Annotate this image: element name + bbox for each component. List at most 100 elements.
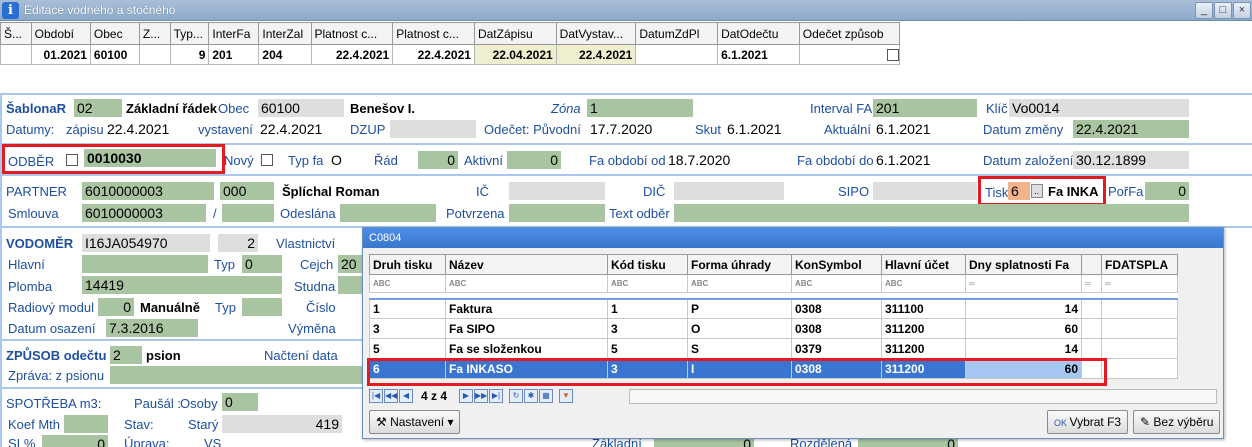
odecet-puvodni-field[interactable]: 17.7.2020 <box>587 120 683 138</box>
zona-field[interactable]: 1 <box>587 99 693 117</box>
smlouva-field[interactable]: 6010000003 <box>82 204 206 222</box>
table-row[interactable]: 3 Fa SIPO 3 O 0308 311200 60 <box>369 318 1178 339</box>
col-header[interactable]: Druh tisku <box>369 254 446 275</box>
smlouva-sub-field[interactable] <box>222 204 274 222</box>
sipo-field[interactable] <box>873 182 977 200</box>
no-selection-button[interactable]: ✎ Bez výběru <box>1133 410 1221 434</box>
fa-do-field[interactable]: 6.1.2021 <box>873 151 977 169</box>
table-row[interactable]: 1 Faktura 1 P 0308 311100 14 <box>369 298 1178 319</box>
col-header[interactable]: Hlavní účet <box>881 254 966 275</box>
col-header[interactable]: DatZápisu <box>473 22 557 45</box>
fa-od-field[interactable]: 18.7.2020 <box>665 151 765 169</box>
skut-field[interactable]: 6.1.2021 <box>724 120 812 138</box>
studna-field[interactable] <box>338 276 364 294</box>
col-header[interactable]: Forma úhrady <box>687 254 792 275</box>
vystaveni-field[interactable]: 22.4.2021 <box>257 120 343 138</box>
col-header[interactable]: DatumZdPl <box>635 22 719 45</box>
prev-record-icon[interactable]: ◀ <box>399 389 413 403</box>
col-header[interactable]: Kód tisku <box>607 254 688 275</box>
col-header[interactable]: Dny splatnosti Fa <box>965 254 1082 275</box>
aktualni-field[interactable]: 6.1.2021 <box>873 120 977 138</box>
next-page-icon[interactable]: ▶▶ <box>474 389 488 403</box>
horizontal-scrollbar[interactable] <box>629 389 1217 404</box>
filter-icon[interactable]: ABC <box>369 274 446 293</box>
col-header[interactable]: Odečet způsob <box>798 22 901 45</box>
filter-icon[interactable]: ABC <box>607 274 688 293</box>
col-header[interactable]: Platnost c... <box>392 22 475 45</box>
partner-sub-field[interactable]: 000 <box>220 182 274 200</box>
osoby-field[interactable]: 0 <box>222 393 258 411</box>
col-header[interactable]: Období <box>30 22 91 45</box>
pofa-field[interactable]: 0 <box>1145 182 1189 200</box>
novy-checkbox[interactable] <box>261 154 273 166</box>
col-header[interactable] <box>1081 254 1102 275</box>
ic-field[interactable] <box>509 182 605 200</box>
zprava-field[interactable] <box>110 366 364 384</box>
typfa-field[interactable]: O <box>328 151 364 169</box>
datum-zalozeni-field[interactable]: 30.12.1899 <box>1073 151 1189 169</box>
col-header[interactable]: Obec <box>89 22 140 45</box>
col-header[interactable]: Z... <box>138 22 171 45</box>
col-header[interactable]: DatVystav... <box>555 22 637 45</box>
col-header[interactable]: Typ... <box>169 22 210 45</box>
vodomer-field[interactable]: I16JA054970 <box>82 234 210 252</box>
grid-icon[interactable]: ▦ <box>539 389 553 403</box>
odeslana-field[interactable] <box>340 204 436 222</box>
text-odber-field[interactable] <box>674 204 1189 222</box>
partner-field[interactable]: 6010000003 <box>82 182 214 200</box>
col-header[interactable]: Š... <box>0 22 32 45</box>
prev-page-icon[interactable]: ◀◀ <box>384 389 398 403</box>
maximize-icon[interactable]: □ <box>1214 2 1232 19</box>
plomba-field[interactable]: 14419 <box>82 276 282 294</box>
zapisu-field[interactable]: 22.4.2021 <box>104 120 194 138</box>
datum-osazeni-field[interactable]: 7.3.2016 <box>106 319 198 337</box>
col-header[interactable]: FDATSPLA <box>1101 254 1178 275</box>
table-row[interactable]: 5 Fa se složenkou 5 S 0379 311200 14 <box>369 338 1178 359</box>
filter-icon[interactable]: ═ <box>1081 274 1102 293</box>
filter-icon[interactable]: ═ <box>1101 274 1178 293</box>
filter-icon[interactable]: ABC <box>687 274 792 293</box>
typ2-field[interactable] <box>242 298 282 316</box>
filter-icon[interactable]: ABC <box>445 274 608 293</box>
vodomer-num-field[interactable]: 2 <box>218 234 258 252</box>
zpusob-field[interactable]: 2 <box>110 346 142 364</box>
filter-funnel-icon[interactable]: ▼ <box>559 389 573 403</box>
datum-zmeny-field[interactable]: 22.4.2021 <box>1073 120 1189 138</box>
radiovy-field[interactable]: 0 <box>98 298 134 316</box>
dic-field[interactable] <box>674 182 784 200</box>
close-icon[interactable]: × <box>1233 2 1251 19</box>
col-header[interactable]: InterZal <box>258 22 312 45</box>
stary-field[interactable]: 419 <box>222 415 342 433</box>
refresh-icon[interactable]: ↻ <box>509 389 523 403</box>
last-record-icon[interactable]: ▶| <box>489 389 503 403</box>
col-header[interactable]: DatOdečtu <box>717 22 800 45</box>
dzup-field[interactable] <box>390 120 476 138</box>
settings-button[interactable]: ⚒ Nastavení ▾ <box>369 410 461 434</box>
sl-field[interactable]: 0 <box>42 435 108 447</box>
typ-field[interactable]: 0 <box>242 255 282 273</box>
next-record-icon[interactable]: ▶ <box>459 389 473 403</box>
first-record-icon[interactable]: |◀ <box>369 389 383 403</box>
col-header[interactable]: KonSymbol <box>791 254 882 275</box>
table-row[interactable]: 01.2021 60100 9 201 204 22.4.2021 22.4.2… <box>0 44 901 65</box>
klic-field[interactable]: Vo0014 <box>1009 99 1189 117</box>
minimize-icon[interactable]: _ <box>1195 2 1213 19</box>
interval-field[interactable]: 201 <box>873 99 977 117</box>
sablona-field[interactable]: 02 <box>74 99 122 117</box>
col-header[interactable]: Název <box>445 254 608 275</box>
koef-field[interactable] <box>64 415 108 433</box>
col-header[interactable]: InterFa <box>208 22 260 45</box>
obec-field[interactable]: 60100 <box>258 99 344 117</box>
filter-icon[interactable]: ABC <box>791 274 882 293</box>
hlavni-field[interactable] <box>82 255 208 273</box>
cejch-field[interactable]: 20 <box>338 255 364 273</box>
potvrzena-field[interactable] <box>509 204 605 222</box>
col-header[interactable]: Platnost c... <box>310 22 394 45</box>
aktivni-field[interactable]: 0 <box>507 151 561 169</box>
asterisk-icon[interactable]: ✱ <box>524 389 538 403</box>
rad-field[interactable]: 0 <box>418 151 458 169</box>
filter-icon[interactable]: ═ <box>965 274 1082 293</box>
select-button[interactable]: OK Vybrat F3 <box>1047 410 1129 434</box>
filter-icon[interactable]: ABC <box>881 274 966 293</box>
odecet-checkbox[interactable] <box>886 49 899 61</box>
